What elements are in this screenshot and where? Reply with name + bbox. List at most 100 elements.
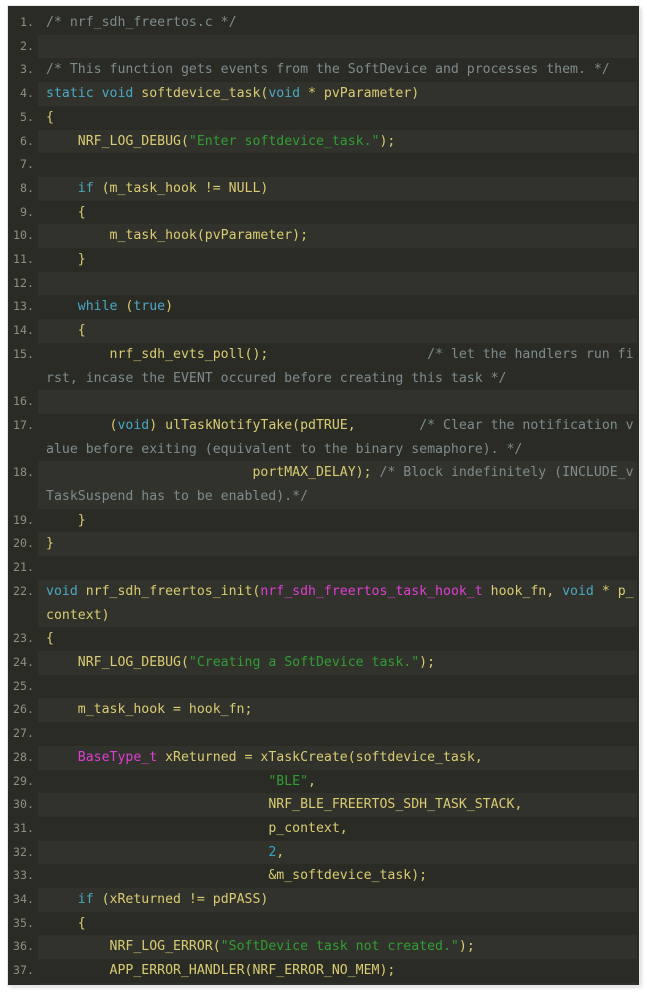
line-number: 37.	[13, 963, 34, 978]
code-line[interactable]: 5. {	[8, 106, 639, 130]
line-number: 17.	[13, 417, 34, 432]
code-line-content[interactable]: portMAX_DELAY); /* Block indefinitely (I…	[38, 461, 639, 508]
code-line[interactable]: 34. if (xReturned != pdPASS)	[8, 888, 639, 912]
code-line[interactable]: 24. NRF_LOG_DEBUG("Creating a SoftDevice…	[8, 650, 639, 675]
code-line[interactable]: 22. void nrf_sdh_freertos_init(nrf_sdh_fr…	[8, 579, 639, 628]
code-line-content[interactable]: NRF_LOG_DEBUG("Creating a SoftDevice tas…	[38, 651, 639, 675]
code-line[interactable]: 36. NRF_LOG_ERROR("SoftDevice task not c…	[8, 935, 639, 960]
token-type: BaseType_t	[77, 749, 158, 765]
code-line[interactable]: 21.	[8, 556, 639, 580]
line-number: 26.	[13, 702, 34, 717]
token-plain: NRF_LOG_DEBUG(	[46, 654, 189, 670]
code-line-content[interactable]: /* nrf_sdh_freertos.c */	[38, 11, 639, 35]
code-line-content[interactable]: (void) ulTaskNotifyTake(pdTRUE, /* Clear…	[38, 414, 639, 461]
code-line[interactable]: 32. 2,	[8, 840, 639, 865]
code-line[interactable]: 2.	[8, 34, 639, 59]
code-line[interactable]: 30. NRF_BLE_FREERTOS_SDH_TASK_STACK,	[8, 793, 639, 817]
code-line[interactable]: 35. {	[8, 912, 639, 936]
code-line-content[interactable]: static void softdevice_task(void * pvPar…	[38, 82, 639, 106]
code-line-content[interactable]: p_context,	[38, 817, 639, 841]
token-empty	[46, 276, 54, 291]
line-number: 12.	[13, 275, 34, 290]
code-line-content[interactable]: {	[38, 627, 639, 651]
code-line-content[interactable]: m_task_hook = hook_fn;	[38, 698, 639, 722]
code-line-content[interactable]: {	[38, 201, 639, 225]
token-empty	[46, 394, 54, 409]
code-line[interactable]: 4. static void softdevice_task(void * pvP…	[8, 82, 639, 106]
line-number: 22.	[13, 583, 34, 598]
code-line-content[interactable]: NRF_BLE_FREERTOS_SDH_TASK_STACK,	[38, 793, 639, 817]
code-line-content[interactable]: {	[38, 912, 639, 936]
token-plain: ) ulTaskNotifyTake(pdTRUE,	[149, 417, 420, 433]
token-plain: m_task_hook = hook_fn;	[46, 702, 253, 718]
code-line-content[interactable]: NRF_LOG_DEBUG("Enter softdevice_task.");	[38, 130, 639, 154]
code-line-content[interactable]	[38, 153, 639, 177]
code-line-content[interactable]: }	[38, 509, 639, 533]
code-line[interactable]: 3. /* This function gets events from the …	[8, 58, 639, 82]
code-line-content[interactable]: if (xReturned != pdPASS)	[38, 888, 639, 912]
code-line-content[interactable]: }	[38, 248, 639, 272]
code-line[interactable]: 16.	[8, 390, 639, 414]
code-line-content[interactable]: m_task_hook(pvParameter);	[38, 224, 639, 248]
code-line[interactable]: 29. "BLE",	[8, 770, 639, 794]
token-kw: if	[77, 892, 94, 908]
code-line-content[interactable]: {	[38, 106, 639, 130]
code-line-content[interactable]: {	[38, 319, 639, 343]
code-line[interactable]: 1. /* nrf_sdh_freertos.c */	[8, 11, 639, 35]
code-line[interactable]: 6. NRF_LOG_DEBUG("Enter softdevice_task.…	[8, 129, 639, 154]
code-line-content[interactable]	[38, 35, 639, 59]
code-line-content[interactable]: /* This function gets events from the So…	[38, 58, 639, 82]
token-plain: NRF_LOG_ERROR(	[46, 939, 221, 955]
code-line-content[interactable]: NRF_LOG_ERROR("SoftDevice task not creat…	[38, 935, 639, 959]
code-line[interactable]: 7.	[8, 153, 639, 177]
code-line[interactable]: 25.	[8, 675, 639, 699]
code-line-content[interactable]: while (true)	[38, 295, 639, 319]
code-line-content[interactable]: &m_softdevice_task);	[38, 864, 639, 888]
code-line-content[interactable]	[38, 722, 639, 746]
code-line[interactable]: 31. p_context,	[8, 817, 639, 841]
code-line[interactable]: 11. }	[8, 248, 639, 272]
line-number: 32.	[13, 844, 34, 859]
token-plain: (	[46, 417, 118, 433]
code-line-content[interactable]	[38, 390, 639, 414]
code-line-content[interactable]: }	[38, 532, 639, 556]
token-type: nrf_sdh_freertos_task_hook_t	[260, 583, 483, 599]
token-plain: ,	[276, 844, 285, 860]
code-line[interactable]: 17. (void) ulTaskNotifyTake(pdTRUE, /* C…	[8, 414, 639, 461]
code-line[interactable]: 37. APP_ERROR_HANDLER(NRF_ERROR_NO_MEM);	[8, 959, 639, 983]
code-line-content[interactable]: void nrf_sdh_freertos_init(nrf_sdh_freer…	[38, 580, 639, 627]
code-line-content[interactable]	[38, 556, 639, 580]
code-line[interactable]: 8. if (m_task_hook != NULL)	[8, 176, 639, 201]
code-line-content[interactable]	[38, 272, 639, 296]
code-line[interactable]: 27.	[8, 722, 639, 746]
code-line-content[interactable]: BaseType_t xReturned = xTaskCreate(softd…	[38, 746, 639, 770]
code-line-content[interactable]: "BLE",	[38, 770, 639, 794]
line-number: 24.	[13, 654, 34, 669]
token-plain: portMAX_DELAY);	[46, 465, 380, 481]
code-line[interactable]: 12.	[8, 271, 639, 296]
line-number: 14.	[13, 323, 34, 338]
code-line-content[interactable]: APP_ERROR_HANDLER(NRF_ERROR_NO_MEM);	[38, 959, 639, 983]
code-line-content[interactable]: nrf_sdh_evts_poll(); /* let the handlers…	[38, 343, 639, 390]
code-block-viewer[interactable]: 1. /* nrf_sdh_freertos.c */ 2. 3. /* This f…	[8, 6, 639, 985]
token-plain: * pvParameter)	[300, 86, 420, 102]
token-plain: (	[117, 299, 134, 315]
code-line[interactable]: 33. &m_softdevice_task);	[8, 864, 639, 888]
code-line-content[interactable]: }	[38, 983, 639, 985]
code-line-content[interactable]	[38, 675, 639, 699]
code-line[interactable]: 13. while (true)	[8, 295, 639, 319]
code-line[interactable]: 19. }	[8, 509, 639, 533]
code-line[interactable]: 15. nrf_sdh_evts_poll(); /* let the hand…	[8, 343, 639, 390]
code-line[interactable]: 10. m_task_hook(pvParameter);	[8, 224, 639, 249]
code-line[interactable]: 26. m_task_hook = hook_fn;	[8, 698, 639, 723]
code-line[interactable]: 38. }	[8, 982, 639, 985]
code-line[interactable]: 23. {	[8, 627, 639, 651]
code-line-content[interactable]: if (m_task_hook != NULL)	[38, 177, 639, 201]
code-line[interactable]: 9. {	[8, 201, 639, 225]
code-line-content[interactable]: 2,	[38, 841, 639, 865]
code-line[interactable]: 28. BaseType_t xReturned = xTaskCreate(s…	[8, 745, 639, 770]
code-line[interactable]: 14. {	[8, 319, 639, 343]
code-line[interactable]: 18. portMAX_DELAY); /* Block indefinitel…	[8, 461, 639, 509]
code-line[interactable]: 20.}	[8, 532, 639, 557]
